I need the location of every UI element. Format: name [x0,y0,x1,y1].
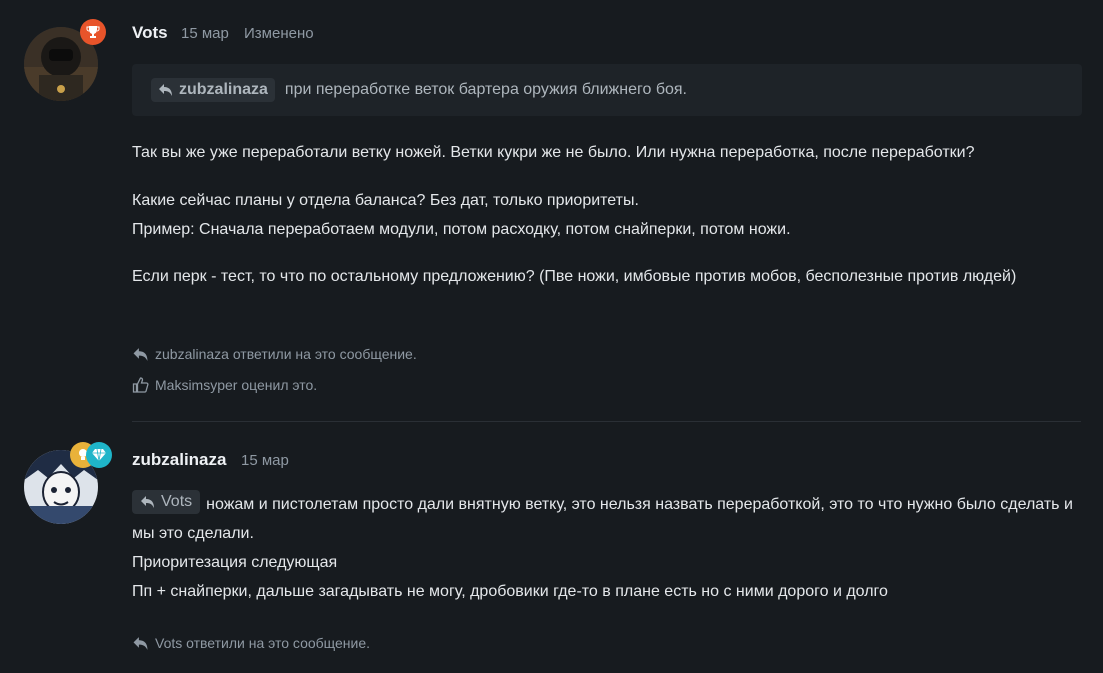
edited-label[interactable]: Изменено [244,25,314,42]
reply-icon [159,84,172,96]
paragraph: Пп + снайперки, дальше загадывать не мог… [132,583,888,600]
paragraph: Если перк - тест, то что по остальному п… [132,268,1017,285]
quote-author-chip[interactable]: zubzalinaza [151,78,275,102]
liked-line[interactable]: Maksimsyper оценил это. [132,377,317,393]
paragraph: Приоритезация следующая [132,554,338,571]
post-divider [132,421,1081,422]
reply-icon [141,496,154,508]
quote-author-chip[interactable]: Vots [132,490,201,514]
post-body: Vots ножам и пистолетам просто дали внят… [132,490,1081,606]
quote-block[interactable]: zubzalinaza при переработке веток бартер… [132,64,1082,116]
liked-text: Maksimsyper оценил это. [155,377,318,393]
avatar-wrap [24,442,112,524]
paragraph: Какие сейчас планы у отдела баланса? Без… [132,192,639,209]
quote-author: Vots [161,493,193,510]
reply-icon [133,347,148,361]
replied-line[interactable]: Vots ответили на это сообщение. [132,635,370,651]
paragraph: Так вы же уже переработали ветку ножей. … [132,144,975,161]
quote-author: zubzalinaza [179,81,268,98]
post-date[interactable]: 15 мар [241,452,289,469]
paragraph: Пример: Сначала переработаем модули, пот… [132,221,791,238]
post-date[interactable]: 15 мар [181,25,229,42]
avatar-wrap [24,19,106,101]
thumbs-up-icon [132,377,149,393]
post-author[interactable]: zubzalinaza [132,450,226,470]
replied-text: Vots ответили на это сообщение. [155,635,371,651]
replied-text: zubzalinaza ответили на это сообщение. [155,346,417,362]
paragraph: Vots ножам и пистолетам просто дали внят… [132,490,1081,548]
reply-icon [133,636,148,650]
post-author[interactable]: Vots [132,23,168,43]
trophy-icon [80,19,106,45]
quote-text: при переработке веток бартера оружия бли… [284,81,687,98]
replied-line[interactable]: zubzalinaza ответили на это сообщение. [132,346,417,362]
post-body: Так вы же уже переработали ветку ножей. … [132,138,1081,291]
diamond-icon [86,442,112,468]
paragraph-text: ножам и пистолетам просто дали внятную в… [132,496,1073,542]
